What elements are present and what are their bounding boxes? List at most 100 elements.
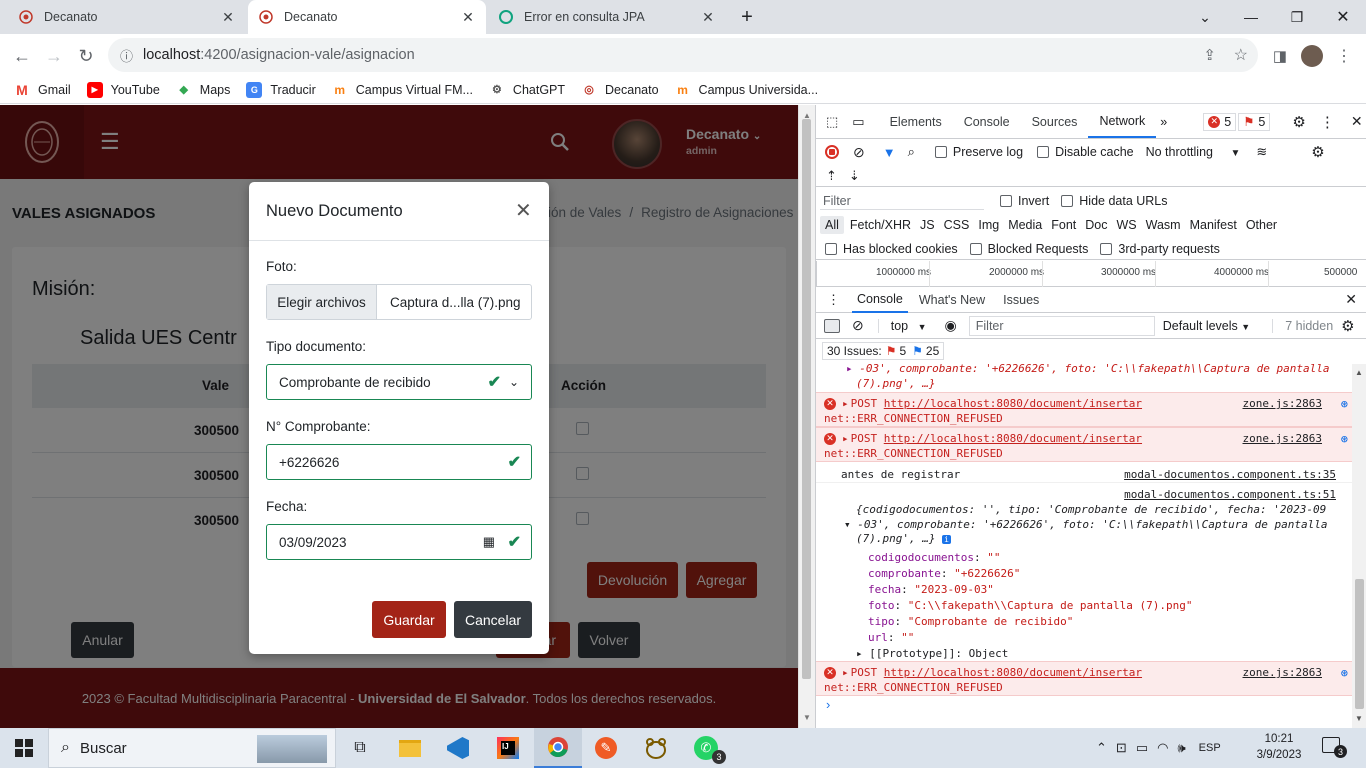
filter-css[interactable]: CSS — [944, 218, 970, 232]
scroll-thumb[interactable] — [802, 119, 811, 679]
minimize-icon[interactable]: — — [1228, 0, 1274, 34]
volume-icon[interactable]: 🕪 — [1177, 740, 1185, 756]
foto-file-input[interactable]: Elegir archivos Captura d...lla (7).png — [266, 284, 532, 320]
site-info-icon[interactable]: ⓘ — [120, 46, 133, 65]
customize-menu-icon[interactable]: ⋮ — [1320, 113, 1335, 131]
close-drawer-icon[interactable]: ✕ — [1345, 291, 1357, 308]
bookmark-gmail[interactable]: M Gmail — [14, 82, 71, 98]
export-har-icon[interactable]: ⇣ — [849, 168, 860, 184]
bookmark-maps[interactable]: ◆ Maps — [176, 82, 231, 98]
filter-font[interactable]: Font — [1051, 218, 1076, 232]
bookmark-youtube[interactable]: ▶ YouTube — [86, 81, 160, 98]
console-filter-input[interactable]: Filter — [968, 315, 1155, 336]
wifi-icon[interactable]: ◠ — [1157, 740, 1168, 756]
close-tab-icon[interactable]: ✕ — [460, 9, 476, 26]
drawer-tab-console[interactable]: Console — [852, 287, 908, 313]
meet-now-icon[interactable]: ⊡ — [1116, 740, 1127, 756]
object-prototype[interactable]: ▸ [[Prototype]]: Object — [856, 646, 1352, 662]
new-tab-icon[interactable]: + — [730, 0, 764, 34]
comprobante-input[interactable]: +6226626 ✔ — [266, 444, 532, 480]
filter-doc[interactable]: Doc — [1085, 218, 1107, 232]
error-url-link[interactable]: http://localhost:8080/document/insertar — [884, 666, 1142, 681]
console-error-entry[interactable]: ✕ ▸ POST http://localhost:8080/document/in… — [816, 392, 1352, 427]
disable-cache-checkbox[interactable]: Disable cache — [1037, 145, 1134, 159]
invert-checkbox[interactable]: Invert — [1000, 194, 1049, 208]
network-timeline[interactable]: 1000000 ms 2000000 ms 3000000 ms 4000000… — [816, 261, 1366, 287]
error-url-link[interactable]: http://localhost:8080/document/insertar — [884, 432, 1142, 447]
bookmark-decanato[interactable]: ◎ Decanato — [581, 82, 658, 98]
chrome-icon[interactable] — [534, 728, 582, 768]
source-link[interactable]: modal-documentos.component.ts:51 — [1124, 488, 1336, 503]
network-conditions-icon[interactable]: ≋ — [1256, 144, 1267, 160]
forward-icon[interactable]: → — [40, 42, 68, 70]
issues-button[interactable]: 30 Issues: ⚑ 5 ⚑ 25 — [822, 342, 945, 360]
tab-sources[interactable]: Sources — [1021, 105, 1089, 138]
filter-manifest[interactable]: Manifest — [1190, 218, 1237, 232]
tab-network[interactable]: Network — [1088, 105, 1157, 138]
expand-arrow-icon[interactable]: ▸ — [842, 397, 849, 412]
intellij-icon[interactable]: IJ — [484, 728, 532, 768]
tipo-documento-select[interactable]: Comprobante de recibido ✔ ⌄ — [266, 364, 532, 400]
bookmark-chatgpt[interactable]: ⚙ ChatGPT — [489, 82, 565, 98]
console-scrollbar[interactable]: ▲ ▼ — [1352, 364, 1366, 728]
close-devtools-icon[interactable]: ✕ — [1351, 113, 1363, 130]
task-view-icon[interactable]: ⧉ — [336, 728, 384, 768]
blocked-requests-checkbox[interactable]: Blocked Requests — [969, 242, 1088, 256]
bookmark-traducir[interactable]: G Traducir — [246, 81, 316, 98]
preserve-log-checkbox[interactable]: Preserve log — [934, 145, 1023, 159]
drawer-tab-whats-new[interactable]: What's New — [914, 287, 990, 313]
filter-all[interactable]: All — [820, 216, 844, 234]
filter-img[interactable]: Img — [978, 218, 999, 232]
menu-icon[interactable]: ⋮ — [1330, 42, 1358, 70]
notification-center-icon[interactable]: 3 — [1322, 737, 1347, 758]
network-settings-icon[interactable]: ⚙ — [1311, 143, 1324, 161]
file-explorer-icon[interactable] — [386, 728, 434, 768]
settings-gear-icon[interactable]: ⚙ — [1292, 113, 1305, 131]
dbeaver-icon[interactable] — [632, 728, 680, 768]
language-indicator[interactable]: ESP — [1199, 742, 1221, 754]
inspect-element-icon[interactable]: ⬚ — [826, 114, 838, 130]
profile-avatar[interactable] — [1298, 42, 1326, 70]
insight-icon[interactable]: ⊛ — [1341, 432, 1348, 447]
source-link[interactable]: modal-documentos.component.ts:35 — [1124, 468, 1336, 483]
calendar-icon[interactable]: ▦ — [483, 534, 495, 550]
browser-tab-3[interactable]: Error en consulta JPA ✕ — [488, 0, 726, 34]
clear-icon[interactable]: ⊘ — [853, 144, 865, 161]
scroll-up-icon[interactable]: ▲ — [1355, 368, 1363, 377]
issue-counter[interactable]: ⚑ 5 — [1238, 112, 1271, 131]
third-party-checkbox[interactable]: 3rd-party requests — [1100, 242, 1220, 256]
close-window-icon[interactable]: ✕ — [1320, 0, 1366, 34]
error-url-link[interactable]: http://localhost:8080/document/insertar — [884, 397, 1142, 412]
filter-ws[interactable]: WS — [1116, 218, 1136, 232]
expand-arrow-icon[interactable]: ▸ — [842, 666, 849, 681]
browser-tab-2[interactable]: Decanato ✕ — [248, 0, 486, 34]
throttling-select[interactable]: No throttling ▼ — [1146, 145, 1241, 159]
drawer-tab-issues[interactable]: Issues — [998, 287, 1044, 313]
search-icon[interactable]: ⌕ — [908, 144, 915, 160]
url-bar[interactable]: ⓘ localhost:4200/asignacion-vale/asignac… — [108, 38, 1258, 72]
page-scrollbar[interactable]: ▲ ▼ — [798, 105, 815, 728]
expand-arrow-icon[interactable]: ▸ — [842, 432, 849, 447]
filter-funnel-icon[interactable]: ▼ — [883, 145, 896, 160]
close-icon[interactable]: ✕ — [515, 198, 532, 223]
sidebar-toggle-icon[interactable] — [824, 318, 840, 333]
close-tab-icon[interactable]: ✕ — [700, 9, 716, 26]
side-panel-icon[interactable]: ◨ — [1266, 42, 1294, 70]
has-blocked-cookies-checkbox[interactable]: Has blocked cookies — [825, 242, 958, 256]
import-har-icon[interactable]: ⇡ — [826, 168, 837, 184]
tab-console[interactable]: Console — [953, 105, 1021, 138]
scroll-thumb[interactable] — [1355, 579, 1364, 709]
source-link[interactable]: zone.js:2863 — [1243, 432, 1322, 447]
device-toolbar-icon[interactable]: ▭ — [852, 114, 864, 130]
context-select[interactable]: top ▼ — [877, 318, 927, 333]
network-filter-input[interactable]: Filter — [820, 192, 984, 210]
close-tab-icon[interactable]: ✕ — [220, 9, 236, 26]
restore-icon[interactable]: ❐ — [1274, 0, 1320, 34]
source-link[interactable]: zone.js:2863 — [1243, 397, 1322, 412]
battery-icon[interactable]: ▭ — [1136, 740, 1148, 756]
tab-elements[interactable]: Elements — [879, 105, 953, 138]
info-badge-icon[interactable]: i — [942, 535, 951, 544]
console-prompt-icon[interactable]: › — [826, 697, 830, 712]
insight-icon[interactable]: ⊛ — [1341, 666, 1348, 681]
bookmark-star-icon[interactable]: ☆ — [1234, 45, 1248, 65]
